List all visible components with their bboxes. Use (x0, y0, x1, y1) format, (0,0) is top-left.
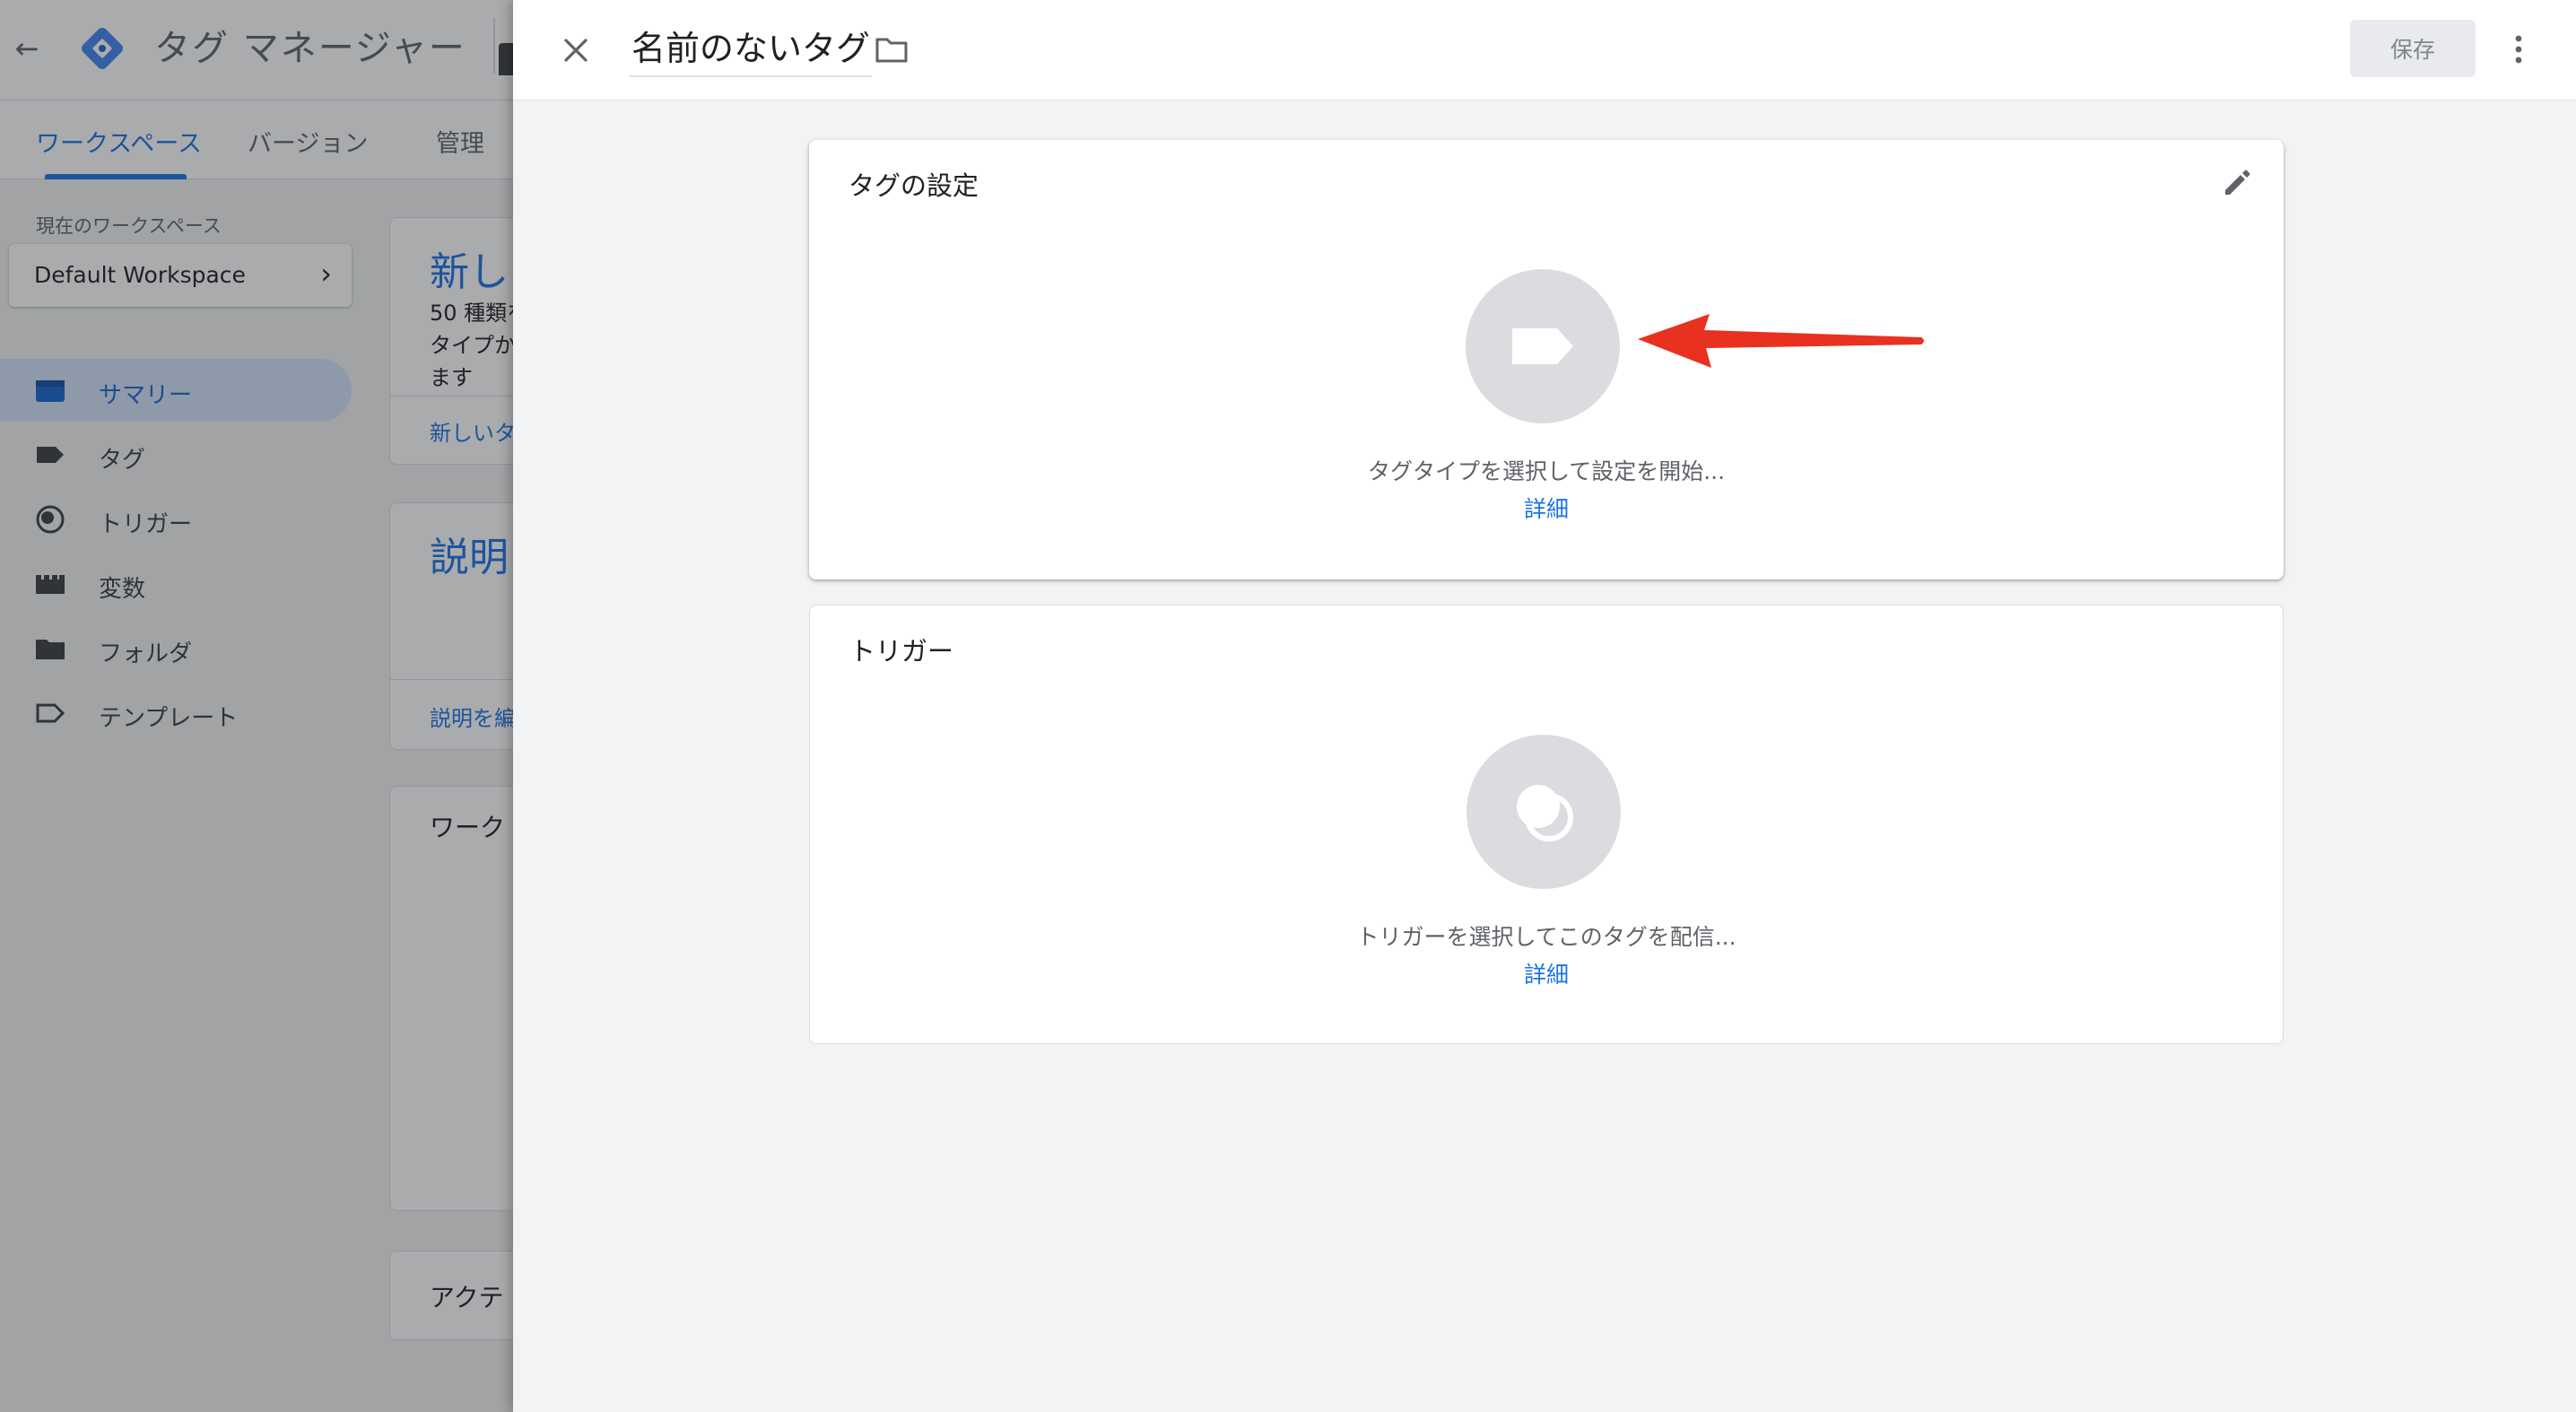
folder-button[interactable] (874, 32, 909, 68)
edit-tag-configuration-button[interactable] (2217, 163, 2257, 203)
tag-type-hint: タグタイプを選択して設定を開始... (1367, 458, 1726, 484)
more-vert-icon (2515, 35, 2522, 64)
triggering-card[interactable]: トリガー トリガーを選択してこのタグを配信... 詳細 (809, 605, 2284, 1044)
tag-editor-panel: 名前のないタグ 保存 タグの設定 タグタイプを選択して設定を開始... 詳細 ト… (513, 0, 2576, 1412)
triggering-title: トリガー (849, 636, 954, 667)
tag-configuration-card[interactable]: タグの設定 タグタイプを選択して設定を開始... 詳細 (809, 140, 2284, 580)
pencil-icon (2225, 170, 2250, 195)
choose-trigger-button[interactable] (1466, 735, 1621, 889)
trigger-hint: トリガーを選択してこのタグを配信... (1356, 924, 1736, 950)
panel-header: 名前のないタグ 保存 (513, 0, 2576, 100)
tag-configuration-title: タグの設定 (849, 170, 979, 201)
more-options-button[interactable] (2501, 27, 2537, 72)
tag-name-input[interactable]: 名前のないタグ (630, 25, 873, 77)
tag-config-detail-link[interactable]: 詳細 (809, 492, 2284, 524)
tag-type-icon (1512, 328, 1573, 364)
save-button[interactable]: 保存 (2350, 20, 2476, 77)
folder-outline-icon (875, 38, 908, 63)
annotation-arrow-icon (1638, 314, 1924, 368)
trigger-detail-link[interactable]: 詳細 (810, 957, 2283, 989)
trigger-circles-icon (1517, 785, 1573, 841)
choose-tag-type-button[interactable] (1466, 269, 1620, 423)
close-button[interactable] (553, 27, 599, 74)
close-icon (564, 39, 587, 62)
